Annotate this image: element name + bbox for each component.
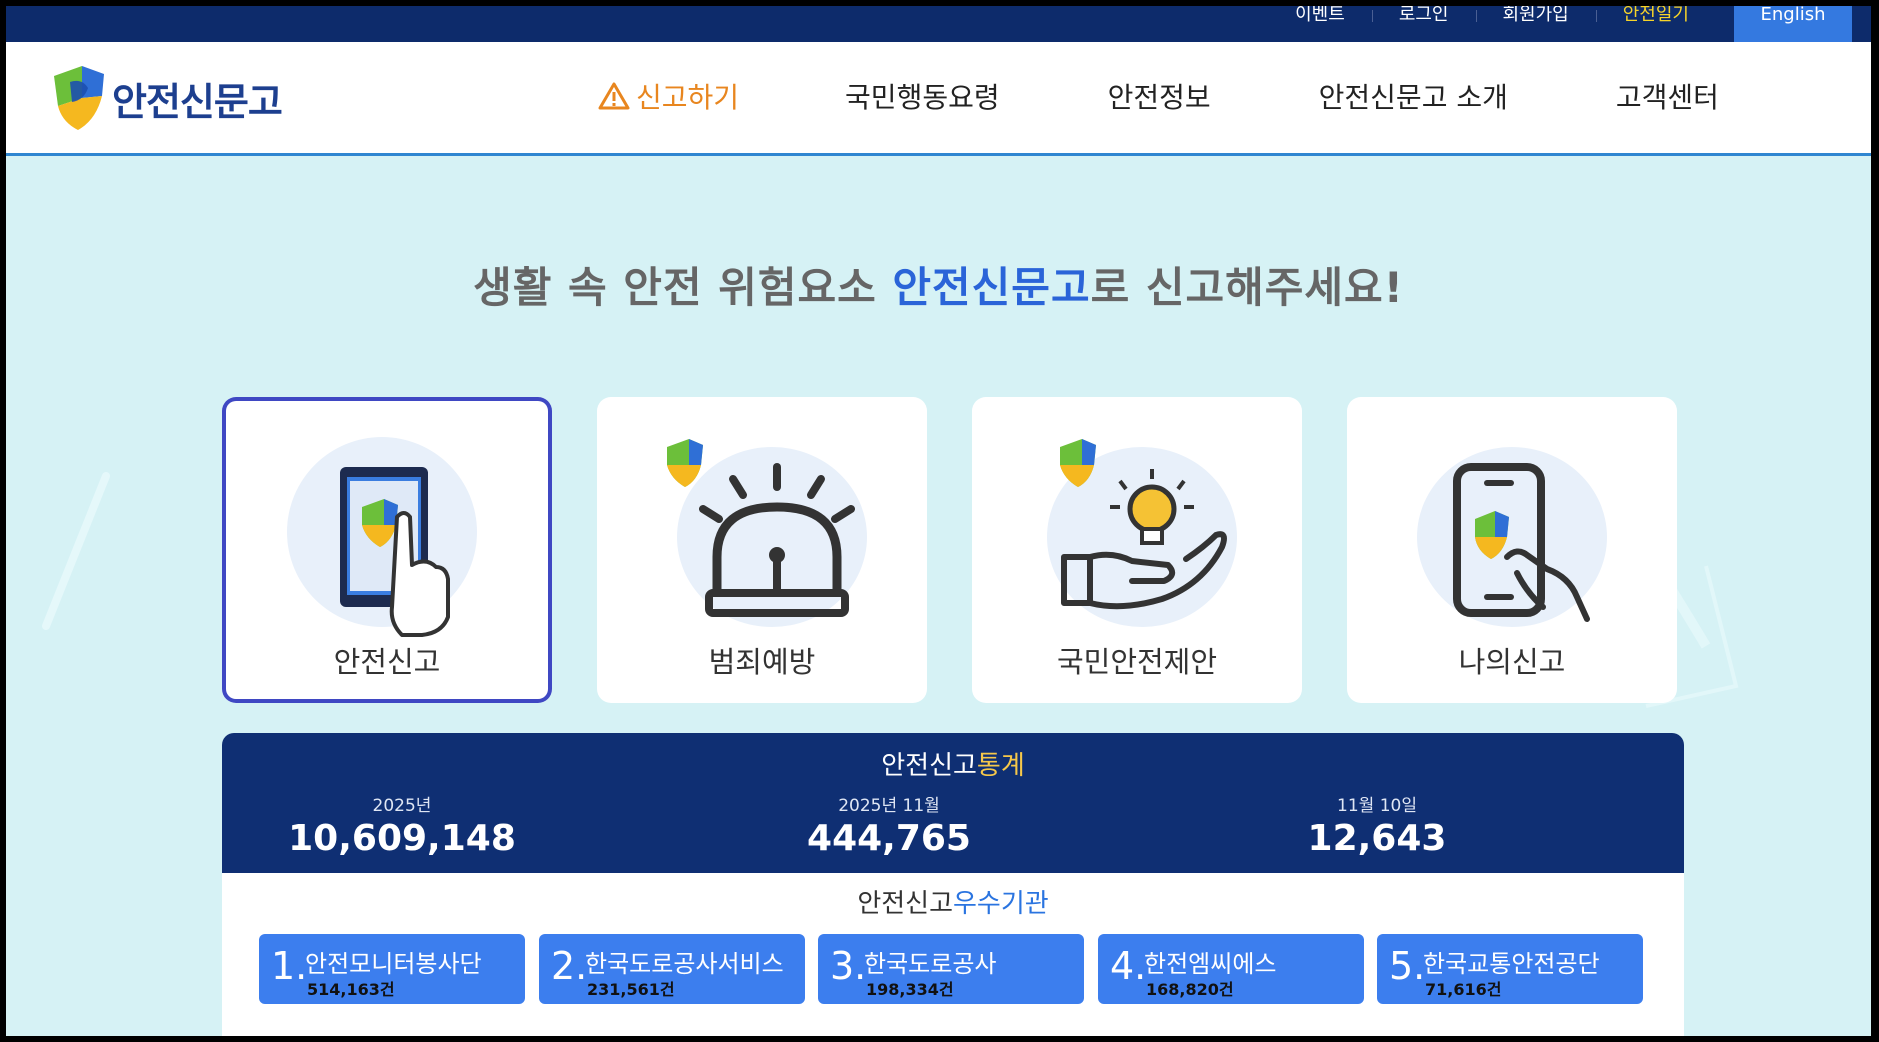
stat-label: 11월 10일 [1337,796,1417,816]
card-label: 나의신고 [1458,645,1566,679]
agency-item[interactable]: 1. 안전모니터봉사단 514,163건 [259,934,525,1004]
nav-item-customer-center[interactable]: 고객센터 [1616,76,1719,116]
agency-count: 71,616건 [1425,980,1502,999]
hero-title: 생활 속 안전 위험요소 안전신문고로 신고해주세요! [6,254,1871,315]
card-safety-proposal[interactable]: 국민안전제안 [972,397,1302,703]
card-my-reports[interactable]: 나의신고 [1347,397,1677,703]
agency-item[interactable]: 3. 한국도로공사 198,334건 [818,934,1084,1004]
card-crime-prevention[interactable]: 범죄예방 [597,397,927,703]
alarm-siren-icon [667,439,867,627]
card-label: 안전신고 [333,645,441,679]
stat-label: 2025년 11월 [838,796,940,816]
agency-name: 한국도로공사서비스 [585,950,784,978]
agency-rank: 3. [830,944,867,988]
agency-rank: 5. [1389,944,1426,988]
agency-item[interactable]: 2. 한국도로공사서비스 231,561건 [539,934,805,1004]
hero-title-prefix: 생활 속 안전 위험요소 [473,263,893,312]
excellent-agencies: 안전신고우수기관 1. 안전모니터봉사단 514,163건 2. 한국도로공사서… [222,873,1684,1036]
agency-name: 안전모니터봉사단 [305,950,482,978]
agencies-title-prefix: 안전신고 [857,889,953,919]
nav-item-guidelines[interactable]: 국민행동요령 [845,76,1000,116]
utility-bar: 이벤트 로그인 회원가입 안전일기 English [6,6,1871,42]
main-nav: 신고하기 국민행동요령 안전정보 안전신문고 소개 고객센터 [598,76,1719,116]
agency-count: 168,820건 [1146,980,1234,999]
stat-value: 444,765 [807,818,971,859]
stat-yearly: 2025년 10,609,148 [252,791,552,859]
stat-daily: 11월 10일 12,643 [1227,791,1527,859]
logo-text: 안전신문고 [112,79,283,124]
agency-item[interactable]: 5. 한국교통안전공단 71,616건 [1377,934,1643,1004]
agency-rank: 2. [551,944,588,988]
stats-title-prefix: 안전신고 [881,751,977,781]
site-logo[interactable]: 안전신문고 [48,62,283,134]
util-link-event[interactable]: 이벤트 [1268,6,1372,24]
stat-value: 12,643 [1307,818,1447,859]
agency-name: 한국교통안전공단 [1423,950,1600,978]
agency-count: 231,561건 [587,980,675,999]
report-statistics: 안전신고통계 2025년 10,609,148 2025년 11월 444,76… [222,733,1684,873]
agency-rank: 1. [271,944,308,988]
card-label: 국민안전제안 [1056,645,1218,679]
stats-title-accent: 통계 [976,751,1025,781]
stat-value: 10,609,148 [288,818,516,859]
nav-item-about[interactable]: 안전신문고 소개 [1319,76,1508,116]
agency-count: 198,334건 [866,980,954,999]
util-link-signup[interactable]: 회원가입 [1475,6,1596,24]
phone-touch-icon [287,437,477,637]
agencies-title-accent: 우수기관 [953,889,1049,919]
main-header: 안전신문고 신고하기 국민행동요령 안전정보 안전신문고 소개 고객센터 [6,42,1871,156]
agency-name: 한국도로공사 [864,950,997,978]
english-button[interactable]: English [1734,6,1852,42]
stats-title: 안전신고통계 [222,745,1684,782]
hero-title-suffix: 로 신고해주세요! [1090,263,1404,312]
nav-item-safety-info[interactable]: 안전정보 [1108,76,1211,116]
card-label: 범죄예방 [708,645,816,679]
util-link-login[interactable]: 로그인 [1371,6,1476,24]
warning-icon [598,82,630,110]
agencies-title: 안전신고우수기관 [222,883,1684,920]
agency-rank: 4. [1110,944,1147,988]
hand-lightbulb-icon [1047,439,1237,627]
shield-logo-icon [54,66,104,130]
stat-monthly: 2025년 11월 444,765 [739,791,1039,859]
util-link-safety-diary[interactable]: 안전일기 [1595,6,1716,24]
utility-links: 이벤트 로그인 회원가입 안전일기 English [1268,6,1852,42]
nav-label-report: 신고하기 [636,81,740,114]
nav-item-report[interactable]: 신고하기 [598,76,739,116]
page-frame: 이벤트 로그인 회원가입 안전일기 English 안전신문고 신고하기 국민행… [6,6,1871,1036]
agency-item[interactable]: 4. 한전엠씨에스 168,820건 [1098,934,1364,1004]
agency-name: 한전엠씨에스 [1144,950,1277,978]
card-safety-report[interactable]: 안전신고 [222,397,552,703]
stat-label: 2025년 [372,796,432,816]
phone-hand-icon [1417,447,1607,627]
hero-title-accent: 안전신문고 [892,263,1091,312]
agency-count: 514,163건 [307,980,395,999]
